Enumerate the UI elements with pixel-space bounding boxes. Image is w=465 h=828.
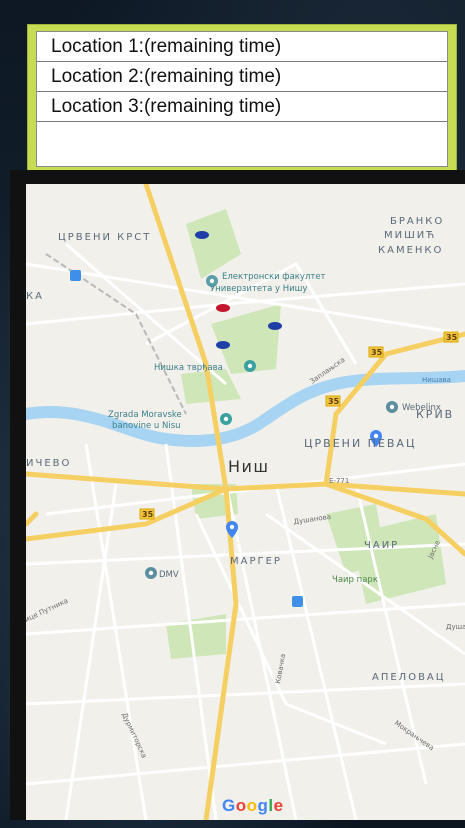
label-marger: МАРГЕР xyxy=(230,556,282,567)
label-elfak-2: Универзитета у Нишу xyxy=(210,284,307,294)
shield-35-a: 35 xyxy=(371,348,383,357)
label-webelinx: Webelinx xyxy=(402,403,441,413)
google-logo: Google xyxy=(222,796,284,815)
label-crveni-krst: ЦРВЕНИ КРСТ xyxy=(58,232,151,243)
label-kovachka: Ковачка xyxy=(274,653,287,684)
label-zgrada-1: Zgrada Moravske xyxy=(108,410,182,420)
marker-blue-1[interactable] xyxy=(195,231,209,239)
location-2-row[interactable]: Location 2:(remaining time) xyxy=(37,62,447,92)
label-zgrada-2: banovine u Nisu xyxy=(112,421,181,431)
label-branko-1: БРАНКО xyxy=(390,216,444,227)
marker-blue-2[interactable] xyxy=(268,322,282,330)
marker-blue-3[interactable] xyxy=(216,341,230,349)
location-panel: Location 1:(remaining time) Location 2:(… xyxy=(27,24,457,174)
label-nis-city: Ниш xyxy=(228,457,270,476)
label-chair: ЧАИР xyxy=(364,540,399,551)
label-branko-2: МИШИЋ xyxy=(384,230,436,241)
label-puteva: ице Путника xyxy=(26,597,69,624)
poi-fortress-pin-icon[interactable] xyxy=(244,360,256,372)
label-dushanova: Душанова xyxy=(293,513,331,526)
map-window: 35 35 35 35 ЦРВЕНИ КРСТ БРАНКО МИШИЋ КАМ… xyxy=(10,170,465,820)
poi-webelinx-pin-icon[interactable] xyxy=(386,401,398,413)
shield-35-c: 35 xyxy=(142,510,154,519)
label-fortress: Нишка тврђава xyxy=(154,363,223,373)
shield-35-b: 35 xyxy=(328,397,340,406)
location-list: Location 1:(remaining time) Location 2:(… xyxy=(36,31,448,167)
poi-zgrada-pin-icon[interactable] xyxy=(220,413,232,425)
poi-dmv-pin-icon[interactable] xyxy=(145,567,157,579)
location-1-row[interactable]: Location 1:(remaining time) xyxy=(37,32,447,62)
map-canvas[interactable]: 35 35 35 35 ЦРВЕНИ КРСТ БРАНКО МИШИЋ КАМ… xyxy=(26,184,465,820)
label-e771: E-771 xyxy=(329,477,349,485)
label-dmv: DMV xyxy=(159,570,179,580)
map-view[interactable]: 35 35 35 35 ЦРВЕНИ КРСТ БРАНКО МИШИЋ КАМ… xyxy=(26,184,465,820)
label-chevo: ИЧЕВО xyxy=(26,458,71,469)
label-chair-park: Чаир парк xyxy=(332,575,378,585)
label-apelovac: АПЕЛОВАЦ xyxy=(372,672,446,683)
label-nishava: Нишава xyxy=(422,376,451,384)
label-branko-3: КАМЕНКО xyxy=(378,245,443,256)
label-crveni-pevac: ЦРВЕНИ ПЕВАЦ xyxy=(304,437,417,450)
river-nisava xyxy=(26,370,465,448)
label-dusan2: Душа xyxy=(446,623,465,631)
shield-35-d: 35 xyxy=(446,333,458,342)
marker-red[interactable] xyxy=(216,304,230,312)
location-3-row[interactable]: Location 3:(remaining time) xyxy=(37,92,447,122)
label-ka: КА xyxy=(26,291,44,302)
location-empty-row[interactable] xyxy=(37,122,447,151)
label-elfak-1: Електронски факултет xyxy=(222,272,326,282)
